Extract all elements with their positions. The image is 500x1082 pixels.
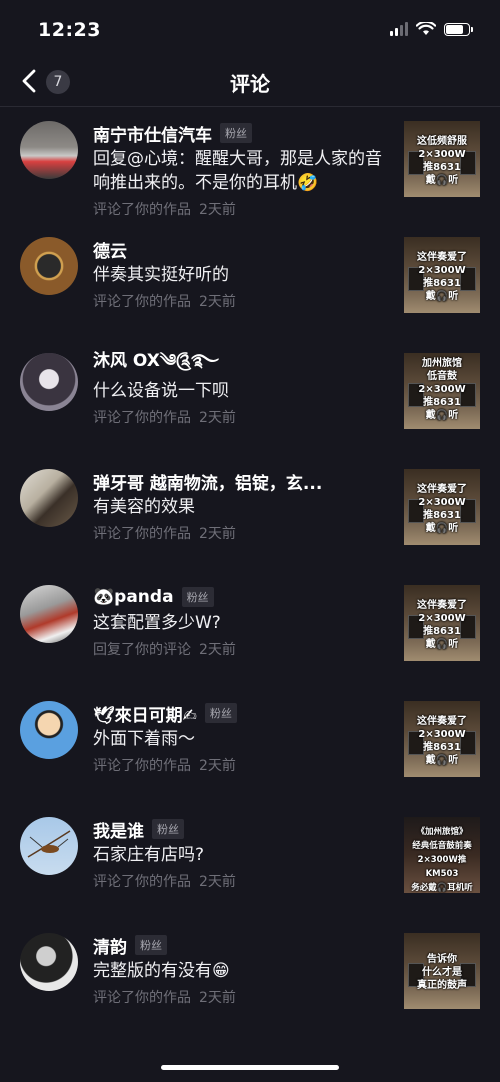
comment-time: 2天前 <box>199 758 236 774</box>
comment-text: 什么设备说一下呗 <box>93 381 229 401</box>
commenter-name[interactable]: 弹牙哥 越南物流，铝锭，玄... <box>93 469 322 494</box>
thumbnail-caption: 《加州旅馆》 经典低音鼓前奏 2×300W推KM503 务必戴🎧耳机听 <box>411 827 473 893</box>
comment-meta: 评论了你的作品 2天前 <box>93 291 383 311</box>
video-thumbnail[interactable]: 这伴奏爱了 2×300W 推8631 戴🎧听 <box>404 469 480 545</box>
wifi-icon <box>416 22 436 35</box>
comment-time: 2天前 <box>199 874 236 890</box>
comment-meta: 评论了你的作品 2天前 <box>93 407 383 427</box>
video-thumbnail[interactable]: 告诉你 什么才是 真正的鼓声 <box>404 933 480 1009</box>
comment-item[interactable]: 南宁市仕信汽车 粉丝 回复@心境：醒醒大哥，那是人家的音响推出来的。不是你的耳机… <box>0 107 500 223</box>
comment-action: 评论了你的作品 <box>93 294 191 310</box>
comment-text: 有美容的效果 <box>93 497 195 517</box>
avatar[interactable] <box>20 121 78 179</box>
comment-action: 评论了你的作品 <box>93 526 191 542</box>
fan-badge: 粉丝 <box>181 587 214 607</box>
fan-badge: 粉丝 <box>135 935 167 955</box>
thumbnail-caption: 告诉你 什么才是 真正的鼓声 <box>417 954 467 991</box>
comment-action: 评论了你的作品 <box>93 410 191 426</box>
comment-time: 2天前 <box>199 526 236 542</box>
fan-badge: 粉丝 <box>220 123 252 143</box>
video-thumbnail[interactable]: 这低频舒服 2×300W 推8631 戴🎧听 <box>404 121 480 197</box>
page-title: 评论 <box>230 72 270 96</box>
video-thumbnail[interactable]: 《加州旅馆》 经典低音鼓前奏 2×300W推KM503 务必戴🎧耳机听 <box>404 817 480 893</box>
status-icons <box>390 22 473 36</box>
comment-text: 完整版的有没有😁 <box>93 961 230 981</box>
comment-meta: 评论了你的作品 2天前 <box>93 523 383 543</box>
status-bar: 12:23 <box>0 0 500 60</box>
commenter-name[interactable]: 🕊來日可期✍ <box>93 701 197 726</box>
comment-item[interactable]: 弹牙哥 越南物流，铝锭，玄... 有美容的效果 评论了你的作品 2天前 这伴奏爱了… <box>0 455 500 571</box>
commenter-name[interactable]: 清韵 <box>93 933 127 958</box>
commenter-name[interactable]: 🐼panda <box>93 587 174 607</box>
comment-meta: 评论了你的作品 2天前 <box>93 987 383 1007</box>
comment-meta: 回复了你的评论 2天前 <box>93 639 383 659</box>
comment-meta: 评论了你的作品 2天前 <box>93 871 383 891</box>
avatar[interactable] <box>20 469 78 527</box>
comment-item[interactable]: 德云 伴奏其实挺好听的 评论了你的作品 2天前 这伴奏爱了 2×300W 推863… <box>0 223 500 339</box>
thumbnail-caption: 这伴奏爱了 2×300W 推8631 戴🎧听 <box>417 252 467 302</box>
home-indicator[interactable] <box>161 1065 339 1070</box>
comment-item[interactable]: 🐼panda 粉丝 这套配置多少W? 回复了你的评论 2天前 这伴奏爱了 2×30… <box>0 571 500 687</box>
comment-action: 评论了你的作品 <box>93 202 191 218</box>
avatar[interactable] <box>20 585 78 643</box>
status-time: 12:23 <box>38 19 101 41</box>
avatar[interactable] <box>20 237 78 295</box>
avatar[interactable] <box>20 817 78 875</box>
signal-icon <box>390 22 408 36</box>
comment-text: 石家庄有店吗? <box>93 845 205 865</box>
comment-time: 2天前 <box>199 990 236 1006</box>
comment-list: 南宁市仕信汽车 粉丝 回复@心境：醒醒大哥，那是人家的音响推出来的。不是你的耳机… <box>0 107 500 1035</box>
comment-meta: 评论了你的作品 2天前 <box>93 199 383 219</box>
thumbnail-caption: 这伴奏爱了 2×300W 推8631 戴🎧听 <box>417 600 467 650</box>
battery-icon <box>444 22 473 36</box>
comment-text: 伴奏其实挺好听的 <box>93 265 229 285</box>
video-thumbnail[interactable]: 这伴奏爱了 2×300W 推8631 戴🎧听 <box>404 701 480 777</box>
comment-meta: 评论了你的作品 2天前 <box>93 755 383 775</box>
thumbnail-caption: 这伴奏爱了 2×300W 推8631 戴🎧听 <box>417 716 467 766</box>
commenter-name[interactable]: 我是谁 <box>93 817 144 842</box>
comment-item[interactable]: 清韵 粉丝 完整版的有没有😁 评论了你的作品 2天前 告诉你 什么才是 真正的鼓声 <box>0 919 500 1035</box>
comment-item[interactable]: 沐风 OX༄༊࿐ 什么设备说一下呗 评论了你的作品 2天前 加州旅馆 低音鼓 2×… <box>0 339 500 455</box>
comment-text: 这套配置多少W? <box>93 613 221 633</box>
thumbnail-caption: 这低频舒服 2×300W 推8631 戴🎧听 <box>417 136 467 186</box>
nav-bar: 7 评论 <box>0 60 500 107</box>
comment-action: 评论了你的作品 <box>93 874 191 890</box>
fan-badge: 粉丝 <box>152 819 184 839</box>
video-thumbnail[interactable]: 加州旅馆 低音鼓 2×300W 推8631 戴🎧听 <box>404 353 480 429</box>
comment-time: 2天前 <box>199 294 236 310</box>
thumbnail-caption: 这伴奏爱了 2×300W 推8631 戴🎧听 <box>417 484 467 534</box>
video-thumbnail[interactable]: 这伴奏爱了 2×300W 推8631 戴🎧听 <box>404 585 480 661</box>
thumbnail-caption: 加州旅馆 低音鼓 2×300W 推8631 戴🎧听 <box>418 358 466 421</box>
comment-action: 回复了你的评论 <box>93 642 191 658</box>
comment-time: 2天前 <box>199 410 236 426</box>
comment-item[interactable]: 🕊來日可期✍ 粉丝 外面下着雨～ 评论了你的作品 2天前 这伴奏爱了 2×300W… <box>0 687 500 803</box>
comment-item[interactable]: 我是谁 粉丝 石家庄有店吗? 评论了你的作品 2天前 《加州旅馆》 经典低音鼓前奏… <box>0 803 500 919</box>
comment-time: 2天前 <box>199 642 236 658</box>
comment-time: 2天前 <box>199 202 236 218</box>
comment-action: 评论了你的作品 <box>93 758 191 774</box>
comment-action: 评论了你的作品 <box>93 990 191 1006</box>
commenter-name[interactable]: 德云 <box>93 237 127 262</box>
comment-text: 外面下着雨～ <box>93 729 195 749</box>
commenter-name[interactable]: 南宁市仕信汽车 <box>93 121 212 146</box>
comment-text: 回复@心境：醒醒大哥，那是人家的音响推出来的。不是你的耳机🤣 <box>93 149 382 193</box>
video-thumbnail[interactable]: 这伴奏爱了 2×300W 推8631 戴🎧听 <box>404 237 480 313</box>
avatar[interactable] <box>20 353 78 411</box>
avatar[interactable] <box>20 933 78 991</box>
avatar[interactable] <box>20 701 78 759</box>
avatar-illustration <box>27 830 71 858</box>
fan-badge: 粉丝 <box>204 703 237 723</box>
